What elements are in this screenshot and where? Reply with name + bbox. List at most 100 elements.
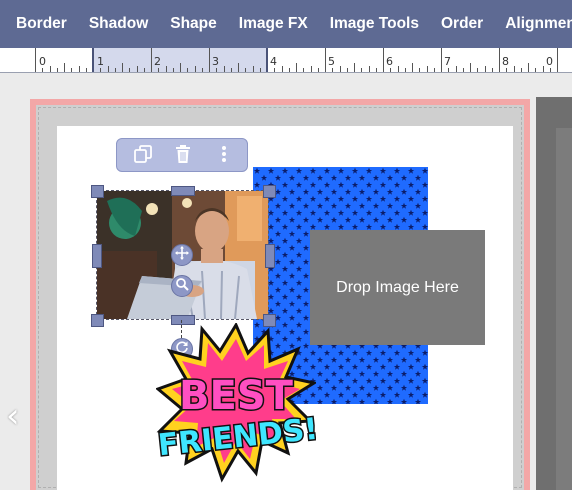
ruler-tick <box>433 68 435 72</box>
ruler-tick <box>209 48 210 72</box>
duplicate-icon <box>133 144 153 169</box>
ruler-tick <box>455 66 457 72</box>
ruler-tick <box>281 66 283 72</box>
ruler-tick <box>201 68 203 72</box>
menu-shape[interactable]: Shape <box>170 15 217 33</box>
drop-image-label: Drop Image Here <box>336 278 459 296</box>
ruler-tick <box>187 68 189 72</box>
menu-border[interactable]: Border <box>16 15 67 33</box>
zoom-icon <box>175 277 189 296</box>
ruler-tick <box>158 68 160 72</box>
zoom-button[interactable] <box>171 275 193 297</box>
ruler-tick <box>223 66 225 72</box>
ruler-tick <box>136 66 138 72</box>
menu-image-fx[interactable]: Image FX <box>239 15 308 33</box>
ruler-tick <box>310 66 312 72</box>
resize-handle-left[interactable] <box>92 244 102 268</box>
ruler-right-marker[interactable] <box>266 48 268 72</box>
menu-order[interactable]: Order <box>441 15 483 33</box>
sticker-graphic: BEST FRIENDS! <box>155 321 321 483</box>
ruler-tick <box>499 48 500 72</box>
ruler-tick <box>404 68 406 72</box>
move-icon <box>175 245 189 265</box>
ruler-tick <box>303 68 305 72</box>
ruler-tick <box>419 68 421 72</box>
ruler-tick <box>216 68 218 72</box>
ruler-tick <box>470 63 471 72</box>
duplicate-button[interactable] <box>131 144 155 168</box>
ruler-tick <box>390 68 392 72</box>
ruler-tick <box>64 63 65 72</box>
ruler-tick <box>491 68 493 72</box>
ruler-tick <box>35 48 36 72</box>
ruler-tick <box>100 68 102 72</box>
ruler-tick <box>56 68 58 72</box>
drop-image-placeholder[interactable]: Drop Image Here <box>310 230 485 345</box>
best-friends-sticker[interactable]: BEST FRIENDS! <box>155 321 321 483</box>
menu-alignment[interactable]: Alignment <box>505 15 572 33</box>
ruler-tick <box>528 63 529 72</box>
ruler-tick <box>375 68 377 72</box>
ruler-tick <box>180 63 181 72</box>
ruler-tick <box>354 63 355 72</box>
ruler-tick <box>506 68 508 72</box>
ruler-tick <box>549 68 551 72</box>
ruler-tick <box>274 68 276 72</box>
delete-button[interactable] <box>171 144 195 168</box>
ruler-tick <box>484 66 486 72</box>
resize-handle-top-right[interactable] <box>263 185 276 198</box>
ruler-tick <box>252 66 254 72</box>
ruler-tick <box>542 66 544 72</box>
ruler-label: 0 <box>546 55 553 68</box>
ruler-label: 4 <box>270 55 277 68</box>
ruler-left-marker[interactable] <box>92 48 94 72</box>
ruler-tick <box>296 63 297 72</box>
ruler-label: 0 <box>39 55 46 68</box>
resize-handle-bottom-left[interactable] <box>91 314 104 327</box>
ruler-tick <box>412 63 413 72</box>
ruler-tick <box>107 66 109 72</box>
menu-shadow[interactable]: Shadow <box>89 15 148 33</box>
ruler-tick <box>230 68 232 72</box>
horizontal-ruler: 0 1 2 3 4 5 6 7 8 0 <box>0 48 572 73</box>
ruler-tick <box>129 68 131 72</box>
ruler-tick <box>288 68 290 72</box>
ruler-tick <box>85 68 87 72</box>
prev-page-button[interactable]: ‹ <box>6 396 20 436</box>
ruler-tick <box>165 66 167 72</box>
ruler-tick <box>383 48 384 72</box>
move-button[interactable] <box>171 244 193 266</box>
ruler-label: 1 <box>97 55 104 68</box>
ruler-tick <box>317 68 319 72</box>
ruler-tick <box>143 68 145 72</box>
ruler-tick <box>426 66 428 72</box>
ruler-tick <box>462 68 464 72</box>
ruler-tick <box>49 66 51 72</box>
ruler-label: 2 <box>154 55 161 68</box>
ruler-label: 7 <box>444 55 451 68</box>
ruler-label: 8 <box>502 55 509 68</box>
ruler-tick <box>339 66 341 72</box>
more-vertical-icon <box>221 145 227 168</box>
ruler-tick <box>477 68 479 72</box>
ruler-tick <box>513 66 515 72</box>
image-menu-bar: Border Shadow Shape Image FX Image Tools… <box>0 0 572 48</box>
element-toolbar <box>116 138 248 172</box>
resize-handle-right[interactable] <box>265 244 275 268</box>
ruler-tick <box>172 68 174 72</box>
next-page-inner <box>556 128 572 490</box>
ruler-tick <box>441 48 442 72</box>
ruler-label: 3 <box>212 55 219 68</box>
ruler-tick <box>42 68 44 72</box>
more-options-button[interactable] <box>212 144 236 168</box>
chevron-left-icon: ‹ <box>6 396 20 436</box>
ruler-tick <box>520 68 522 72</box>
ruler-label: 6 <box>386 55 393 68</box>
resize-handle-top[interactable] <box>171 186 195 196</box>
ruler-tick <box>122 63 123 72</box>
resize-handle-top-left[interactable] <box>91 185 104 198</box>
ruler-tick <box>78 66 80 72</box>
menu-image-tools[interactable]: Image Tools <box>330 15 419 33</box>
ruler-tick <box>151 48 152 72</box>
ruler-label: 5 <box>328 55 335 68</box>
